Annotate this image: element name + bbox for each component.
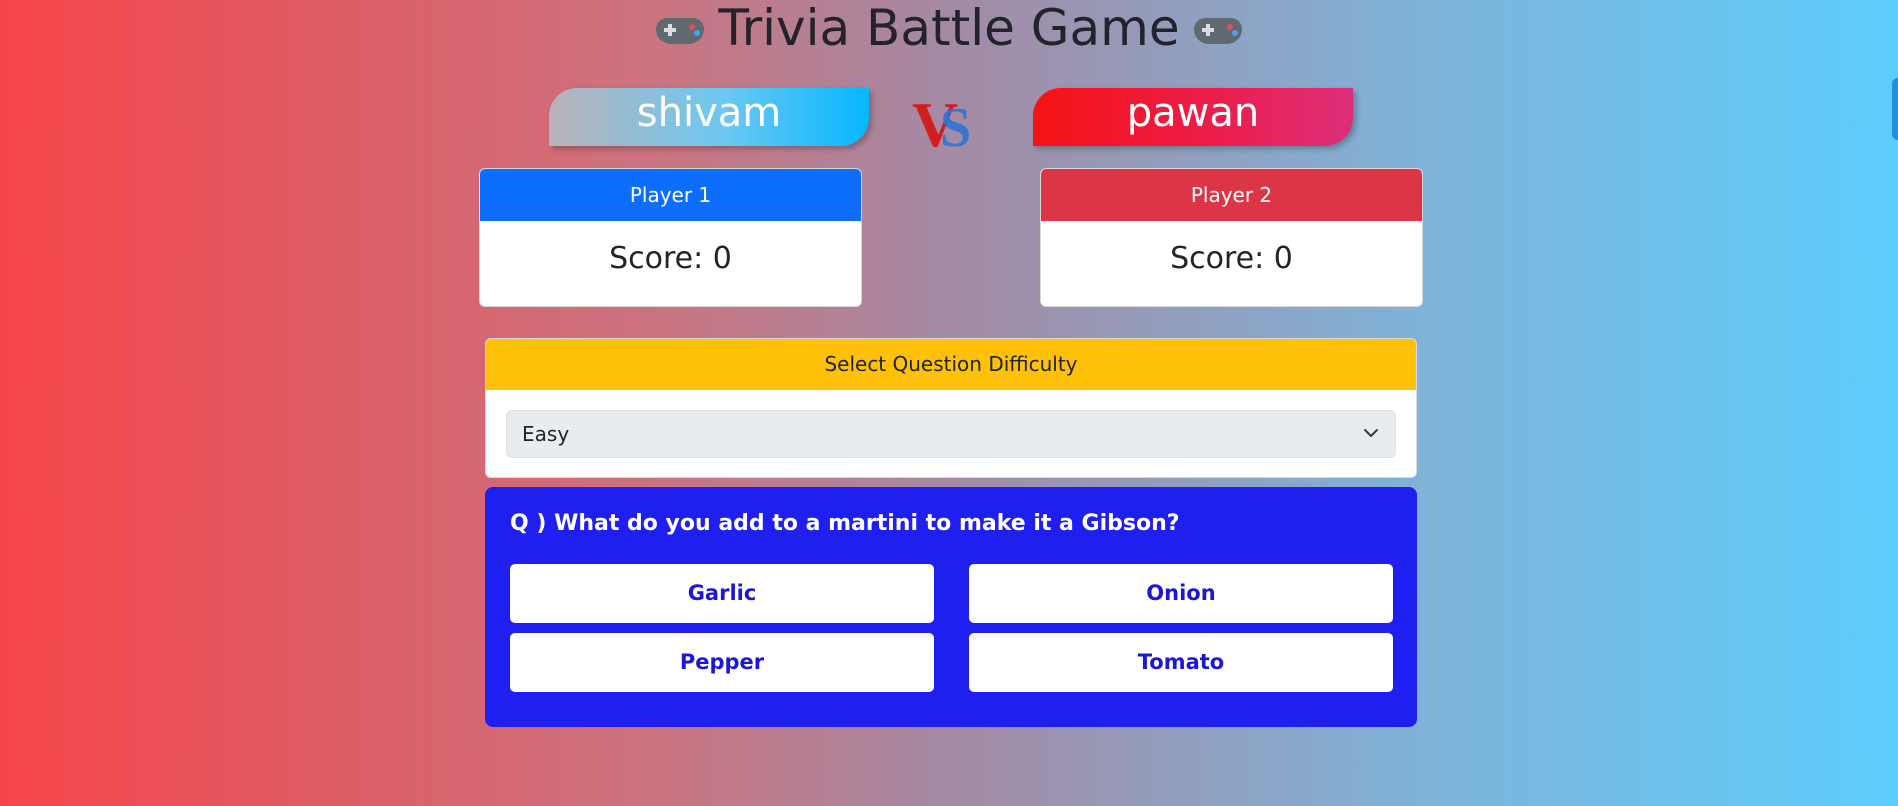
player1-card: Player 1 Score: 0: [479, 168, 862, 307]
difficulty-card: Select Question Difficulty Easy: [485, 338, 1417, 478]
question-card: Q ) What do you add to a martini to make…: [485, 487, 1417, 727]
vs-letter-s: S: [940, 97, 971, 154]
question-text: Q ) What do you add to a martini to make…: [510, 511, 1180, 536]
player2-card: Player 2 Score: 0: [1040, 168, 1423, 307]
player1-name: shivam: [549, 88, 869, 146]
title-text: Trivia Battle Game: [718, 0, 1180, 57]
player1-score: Score: 0: [609, 241, 732, 276]
player1-label: Player 1: [480, 169, 861, 221]
player2-label: Player 2: [1041, 169, 1422, 221]
answer-option-pepper[interactable]: Pepper: [510, 633, 934, 692]
difficulty-select[interactable]: Easy: [506, 410, 1396, 458]
chevron-down-icon: [1364, 429, 1378, 437]
difficulty-selected-value: Easy: [522, 422, 570, 446]
gamepad-icon: [652, 8, 708, 48]
page-title: Trivia Battle Game: [0, 0, 1898, 56]
answer-option-garlic[interactable]: Garlic: [510, 564, 934, 623]
answer-option-onion[interactable]: Onion: [969, 564, 1393, 623]
gamepad-icon: [1190, 8, 1246, 48]
player2-score: Score: 0: [1170, 241, 1293, 276]
player2-name: pawan: [1033, 88, 1353, 146]
answer-option-tomato[interactable]: Tomato: [969, 633, 1393, 692]
difficulty-header: Select Question Difficulty: [486, 339, 1416, 390]
vs-logo: V S: [912, 90, 971, 154]
scrollbar-thumb[interactable]: [1892, 78, 1898, 140]
